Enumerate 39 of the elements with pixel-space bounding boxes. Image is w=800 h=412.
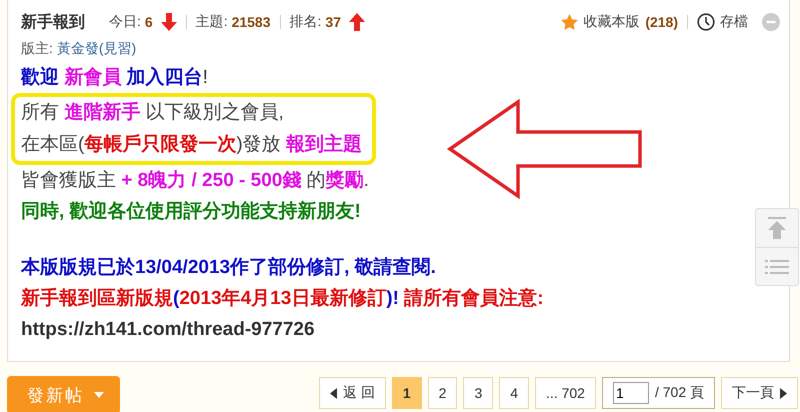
right-triangle-icon [780,388,787,398]
stat-label: 排名: [290,13,322,31]
notice-text: 同時, 歡迎各位使用評分功能支持新朋友! [21,200,362,224]
notice-text: 歡迎 新會員 加入四台! [21,66,209,90]
moderator-label: 版主: [21,40,53,58]
stat-value: 6 [144,14,153,30]
notice-text: 本版版規已於13/04/2013作了部份修訂, 敬請查閱. [21,256,437,280]
moderator-link[interactable]: 黃金發(見習) [56,40,136,58]
collapse-icon[interactable] [762,13,780,31]
caret-icon [94,392,104,398]
notice-text: https://zh141.com/thread-977726 [21,318,316,342]
star-icon[interactable] [561,14,578,30]
stat-value: 37 [325,14,341,30]
page-input[interactable]: 1 [612,382,649,404]
left-triangle-icon [330,388,337,398]
notice-text: 皆會獲版主 + 8魄力 / 250 - 500錢 的獎勵. [21,169,370,193]
page-button[interactable]: 2 [428,377,458,409]
down-arrow-icon [160,13,177,31]
forum-title: 新手報到 [21,12,85,32]
notice-text: 在本區(每帳戶只限發一次)發放 報到主題 [21,132,362,157]
stat-label: 主題: [196,13,228,31]
notice-text: 新手報到區新版規(2013年4月13日最新修訂)! 請所有會員注意: [21,286,545,311]
page-button[interactable]: 1 [392,377,422,409]
page-button[interactable]: 3 [463,377,494,409]
list-icon [765,258,789,274]
next-page-button[interactable]: 下一頁 [721,377,798,409]
page-total: / 702 頁 [654,384,704,402]
stat-label: 今日: [109,13,141,31]
arrow-to-top-icon [767,217,787,239]
page-button[interactable]: 4 [499,377,530,409]
favorite-count: (218) [645,14,678,30]
back-button[interactable]: 返 回 [318,377,386,409]
archive-link[interactable]: 存檔 [720,13,748,31]
favorite-link[interactable]: 收藏本版 [583,13,640,31]
stat-value: 21583 [232,14,271,30]
page-button[interactable]: ... 702 [535,377,596,409]
clock-icon[interactable] [697,13,715,31]
notice-text: 所有 進階新手 以下級別之會員, [21,100,285,125]
up-arrow-icon [348,13,365,31]
